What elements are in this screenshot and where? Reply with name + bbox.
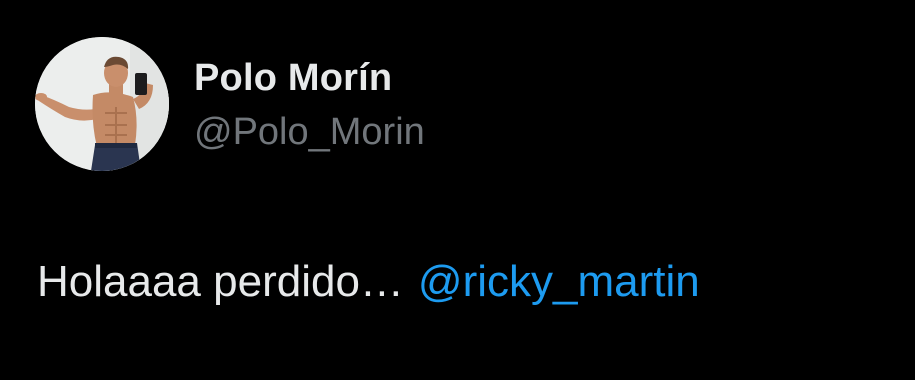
tweet-body: Holaaaa perdido…: [37, 257, 404, 306]
author-avatar[interactable]: [35, 37, 169, 171]
tweet-text: Holaaaa perdido… @ricky_martin: [37, 256, 700, 308]
mention-link[interactable]: @ricky_martin: [418, 257, 700, 306]
author-display-name[interactable]: Polo Morín: [194, 56, 392, 100]
profile-photo-icon: [35, 37, 169, 171]
tweet-card: Polo Morín @Polo_Morin Holaaaa perdido… @…: [0, 0, 915, 380]
author-handle[interactable]: @Polo_Morin: [194, 110, 425, 154]
